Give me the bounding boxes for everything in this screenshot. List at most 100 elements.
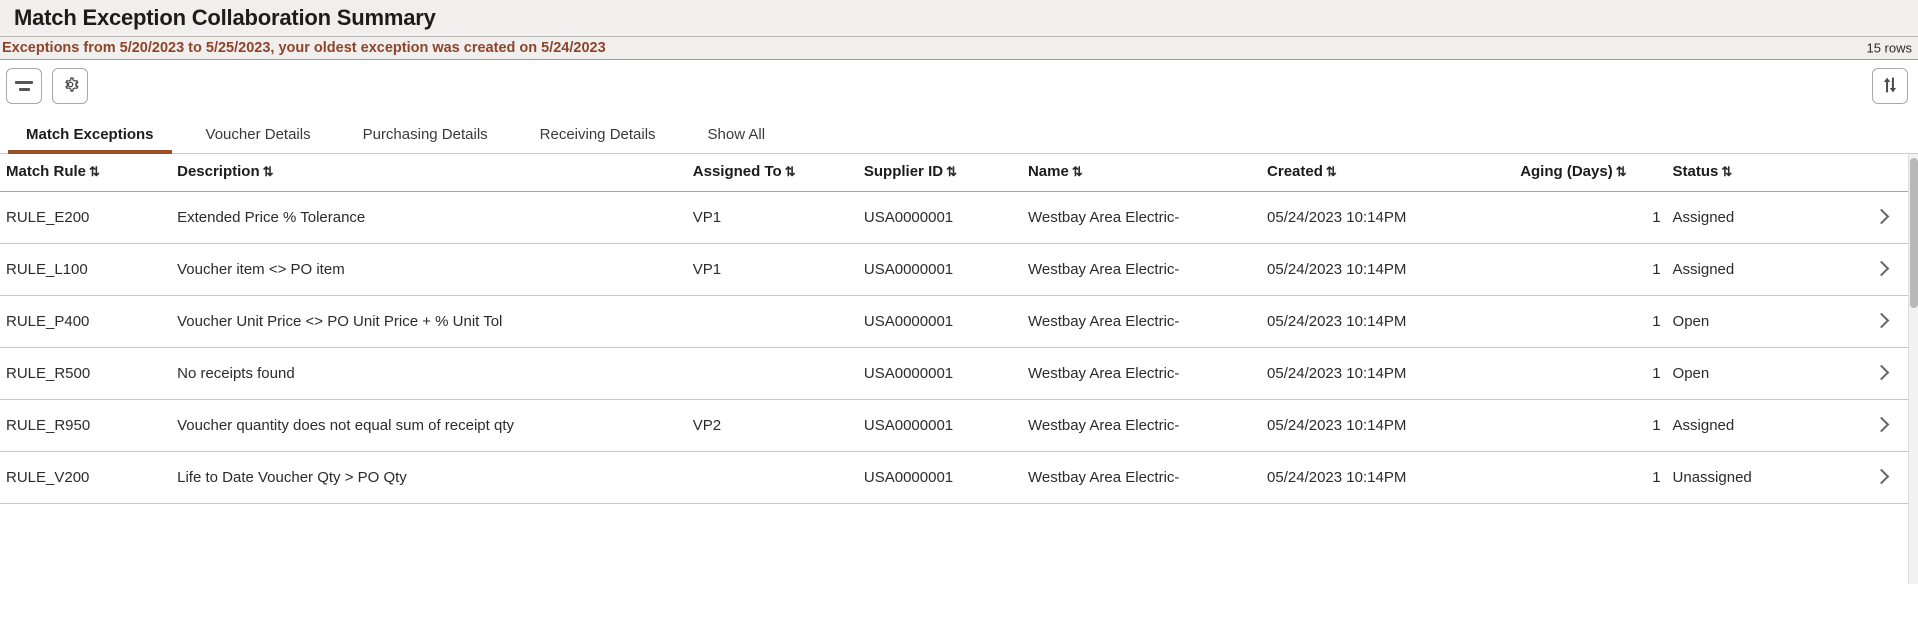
- sort-indicator-icon[interactable]: ⇅: [946, 164, 957, 179]
- column-header-description[interactable]: Description ⇅: [171, 154, 687, 192]
- scrollbar-thumb[interactable]: [1910, 158, 1918, 308]
- cell-match-rule: RULE_R500: [0, 347, 172, 400]
- cell-name: Westbay Area Electric-: [1021, 295, 1262, 348]
- sort-indicator-icon[interactable]: ⇅: [1072, 164, 1083, 179]
- tab-voucher-details[interactable]: Voucher Details: [180, 127, 337, 153]
- column-header-created[interactable]: Created ⇅: [1261, 154, 1515, 192]
- column-header-assigned-to-label: Assigned To: [692, 163, 782, 180]
- column-header-status[interactable]: Status ⇅: [1666, 154, 1855, 192]
- cell-status: Assigned: [1666, 399, 1855, 452]
- cell-match-rule: RULE_V200: [0, 451, 172, 504]
- cell-match-rule: RULE_R950: [0, 399, 172, 452]
- cell-status: Unassigned: [1666, 451, 1855, 504]
- cell-assigned-to: [686, 295, 858, 348]
- table-row[interactable]: RULE_R950 Voucher quantity does not equa…: [0, 399, 1908, 452]
- cell-assigned-to: [686, 451, 858, 504]
- sort-updown-icon: [1880, 75, 1900, 98]
- cell-name: Westbay Area Electric-: [1021, 347, 1262, 400]
- gear-icon: [61, 75, 80, 97]
- cell-match-rule: RULE_P400: [0, 295, 172, 348]
- tab-purchasing-details[interactable]: Purchasing Details: [337, 127, 514, 153]
- cell-supplier-id: USA0000001: [857, 191, 1022, 244]
- column-header-detail-chevron: [1854, 154, 1908, 192]
- cell-status: Open: [1666, 347, 1855, 400]
- cell-match-rule: RULE_E200: [0, 191, 172, 244]
- cell-status: Assigned: [1666, 243, 1855, 296]
- table-row[interactable]: RULE_P400 Voucher Unit Price <> PO Unit …: [0, 295, 1908, 348]
- column-header-assigned-to[interactable]: Assigned To ⇅: [686, 154, 858, 192]
- filter-icon: [15, 81, 33, 91]
- cell-aging-days: 1: [1514, 243, 1667, 296]
- tab-show-all[interactable]: Show All: [682, 127, 792, 153]
- cell-assigned-to: VP1: [686, 191, 858, 244]
- sort-indicator-icon[interactable]: ⇅: [1326, 164, 1337, 179]
- row-detail-button[interactable]: [1854, 191, 1908, 244]
- cell-supplier-id: USA0000001: [857, 347, 1022, 400]
- cell-description: No receipts found: [171, 347, 687, 400]
- sort-button[interactable]: [1872, 68, 1908, 104]
- column-header-aging-days[interactable]: Aging (Days) ⇅: [1514, 154, 1667, 192]
- cell-assigned-to: VP2: [686, 399, 858, 452]
- column-header-name[interactable]: Name ⇅: [1021, 154, 1262, 192]
- table-row[interactable]: RULE_R500 No receipts found USA0000001 W…: [0, 347, 1908, 400]
- column-header-name-label: Name: [1027, 163, 1069, 180]
- cell-name: Westbay Area Electric-: [1021, 243, 1262, 296]
- sort-indicator-icon[interactable]: ⇅: [785, 164, 796, 179]
- table-row[interactable]: RULE_E200 Extended Price % Tolerance VP1…: [0, 191, 1908, 244]
- vertical-scrollbar[interactable]: [1908, 154, 1918, 584]
- cell-description: Voucher Unit Price <> PO Unit Price + % …: [171, 295, 687, 348]
- column-header-aging-days-label: Aging (Days): [1520, 163, 1613, 180]
- exceptions-grid-container: Match Rule ⇅ Description ⇅ Assigned To ⇅ Su…: [0, 154, 1918, 584]
- table-row[interactable]: RULE_L100 Voucher item <> PO item VP1 US…: [0, 243, 1908, 296]
- tab-bar: Match Exceptions Voucher Details Purchas…: [0, 112, 1918, 154]
- tab-receiving-details[interactable]: Receiving Details: [514, 127, 682, 153]
- cell-created: 05/24/2023 10:14PM: [1261, 399, 1515, 452]
- cell-name: Westbay Area Electric-: [1021, 191, 1262, 244]
- column-header-supplier-id-label: Supplier ID: [863, 163, 944, 180]
- cell-name: Westbay Area Electric-: [1021, 451, 1262, 504]
- row-count-label: 15 rows: [1866, 40, 1912, 56]
- cell-created: 05/24/2023 10:14PM: [1261, 295, 1515, 348]
- cell-supplier-id: USA0000001: [857, 243, 1022, 296]
- row-detail-button[interactable]: [1854, 347, 1908, 400]
- cell-created: 05/24/2023 10:14PM: [1261, 347, 1515, 400]
- column-header-match-rule[interactable]: Match Rule ⇅: [0, 154, 172, 192]
- cell-match-rule: RULE_L100: [0, 243, 172, 296]
- settings-button[interactable]: [52, 68, 88, 104]
- row-detail-button[interactable]: [1854, 451, 1908, 504]
- cell-assigned-to: VP1: [686, 243, 858, 296]
- cell-aging-days: 1: [1514, 347, 1667, 400]
- cell-aging-days: 1: [1514, 399, 1667, 452]
- sort-indicator-icon[interactable]: ⇅: [1721, 164, 1732, 179]
- row-detail-button[interactable]: [1854, 399, 1908, 452]
- cell-description: Voucher quantity does not equal sum of r…: [171, 399, 687, 452]
- tab-match-exceptions[interactable]: Match Exceptions: [0, 127, 180, 154]
- cell-status: Assigned: [1666, 191, 1855, 244]
- sort-indicator-icon[interactable]: ⇅: [263, 164, 274, 179]
- row-detail-button[interactable]: [1854, 243, 1908, 296]
- cell-description: Extended Price % Tolerance: [171, 191, 687, 244]
- cell-assigned-to: [686, 347, 858, 400]
- cell-description: Life to Date Voucher Qty > PO Qty: [171, 451, 687, 504]
- table-header-row: Match Rule ⇅ Description ⇅ Assigned To ⇅ Su…: [0, 154, 1908, 192]
- table-body: RULE_E200 Extended Price % Tolerance VP1…: [0, 191, 1908, 504]
- cell-supplier-id: USA0000001: [857, 295, 1022, 348]
- column-header-match-rule-label: Match Rule: [6, 163, 87, 180]
- column-header-supplier-id[interactable]: Supplier ID ⇅: [857, 154, 1022, 192]
- sort-indicator-icon[interactable]: ⇅: [1616, 164, 1627, 179]
- exception-summary-message: Exceptions from 5/20/2023 to 5/25/2023, …: [2, 39, 606, 56]
- column-header-status-label: Status: [1672, 163, 1719, 180]
- row-detail-button[interactable]: [1854, 295, 1908, 348]
- cell-created: 05/24/2023 10:14PM: [1261, 243, 1515, 296]
- chevron-right-icon: [1873, 416, 1889, 433]
- cell-created: 05/24/2023 10:14PM: [1261, 451, 1515, 504]
- grid-toolbar: [0, 60, 1918, 112]
- sort-indicator-icon[interactable]: ⇅: [89, 164, 100, 179]
- cell-supplier-id: USA0000001: [857, 399, 1022, 452]
- chevron-right-icon: [1873, 468, 1889, 485]
- filter-button[interactable]: [6, 68, 42, 104]
- table-row[interactable]: RULE_V200 Life to Date Voucher Qty > PO …: [0, 451, 1908, 504]
- cell-name: Westbay Area Electric-: [1021, 399, 1262, 452]
- column-header-description-label: Description: [177, 163, 260, 180]
- page-header: Match Exception Collaboration Summary: [0, 0, 1918, 36]
